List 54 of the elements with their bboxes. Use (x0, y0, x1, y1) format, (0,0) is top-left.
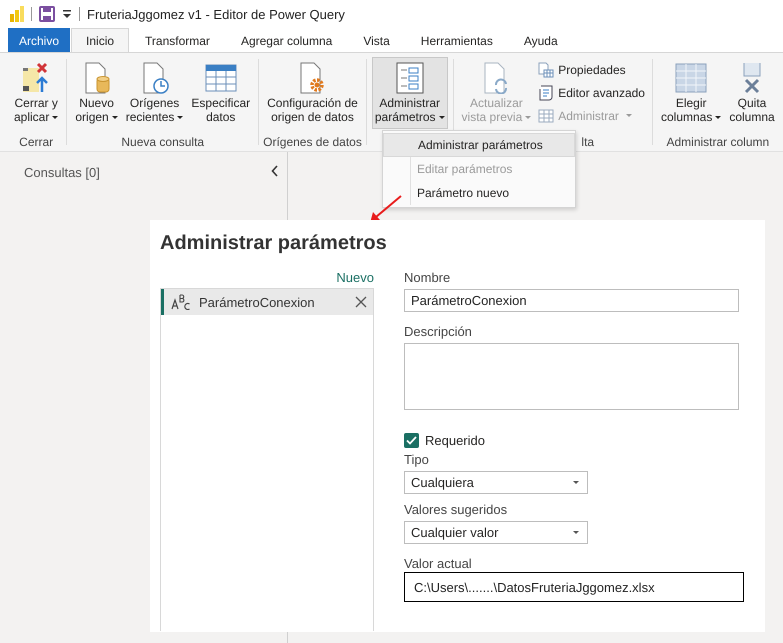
parameter-item[interactable]: ParámetroConexion (161, 289, 373, 315)
script-icon (538, 84, 554, 100)
window-title: FruteriaJggomez v1 - Editor de Power Query (87, 6, 345, 22)
ribbon-tab[interactable]: Transformar (130, 28, 225, 52)
queries-pane-title: Consultas [0] (24, 165, 100, 180)
group-label: Cerrar (19, 135, 54, 149)
dialog-title: Administrar parámetros (160, 231, 388, 256)
column-remove-icon (742, 62, 762, 94)
ribbon-tab[interactable]: Inicio (71, 28, 130, 52)
ribbon-tab[interactable]: Archivo (8, 28, 70, 52)
group-label: lta (581, 135, 594, 149)
group-label: Orígenes de datos (263, 135, 362, 149)
ribbon-tab[interactable]: Ayuda (508, 28, 573, 52)
text-type-icon (171, 294, 191, 310)
ribbon-tab[interactable]: Herramientas (406, 28, 508, 52)
current-value-field[interactable]: C:\Users\.......\DatosFruteriaJggomez.xlsx (404, 572, 744, 602)
ribbon-button[interactable]: Quita columna (726, 57, 778, 129)
app-logo-icon (10, 6, 24, 22)
field-label: Valor actual (404, 556, 472, 572)
delete-icon[interactable] (355, 296, 367, 308)
field-label: Valores sugeridos (404, 502, 508, 518)
ribbon-button[interactable]: Editor avanzado (535, 82, 648, 103)
type-dropdown[interactable]: Cualquiera (404, 471, 588, 494)
quick-access-menu-icon[interactable] (62, 9, 72, 19)
field-label: Descripción (404, 324, 472, 340)
columns-icon (675, 63, 708, 93)
description-field[interactable] (404, 343, 739, 410)
properties-icon (538, 62, 554, 78)
ribbon-tab[interactable]: Agregar columna (226, 28, 348, 52)
ribbon-tab[interactable]: Vista (348, 28, 405, 52)
checkbox-label: Requerido (425, 432, 485, 448)
ribbon-button[interactable]: Administrar parámetros (372, 57, 448, 129)
ribbon-button[interactable]: Configuración de origen de datos (264, 57, 361, 129)
menu-item[interactable]: Parámetro nuevo (383, 181, 575, 205)
group-label: Administrar column (666, 135, 770, 149)
ribbon-button[interactable]: Orígenes recientes (122, 57, 186, 129)
ribbon-button[interactable]: Elegir columnas (658, 57, 724, 129)
field-label: Tipo (404, 452, 429, 468)
ribbon-button[interactable]: Cerrar y aplicar (11, 57, 62, 129)
checkbox[interactable] (404, 432, 419, 448)
parameters-icon (396, 62, 424, 94)
group-label: Nueva consulta (121, 135, 204, 149)
save-icon[interactable] (39, 6, 55, 22)
ribbon-button[interactable]: Nuevo origen (72, 57, 121, 129)
table-icon (538, 108, 554, 122)
menu-item[interactable]: Administrar parámetros (383, 133, 575, 157)
field-label: Nombre (404, 270, 450, 286)
collapse-icon[interactable] (271, 165, 279, 177)
name-field[interactable]: ParámetroConexion (404, 289, 739, 312)
table-icon (204, 64, 237, 92)
suggested-values-dropdown[interactable]: Cualquier valor (404, 521, 588, 544)
new-link[interactable]: Nuevo (336, 270, 374, 288)
ribbon-button[interactable]: Especificar datos (188, 57, 254, 129)
ribbon-button[interactable]: Propiedades (535, 59, 648, 80)
